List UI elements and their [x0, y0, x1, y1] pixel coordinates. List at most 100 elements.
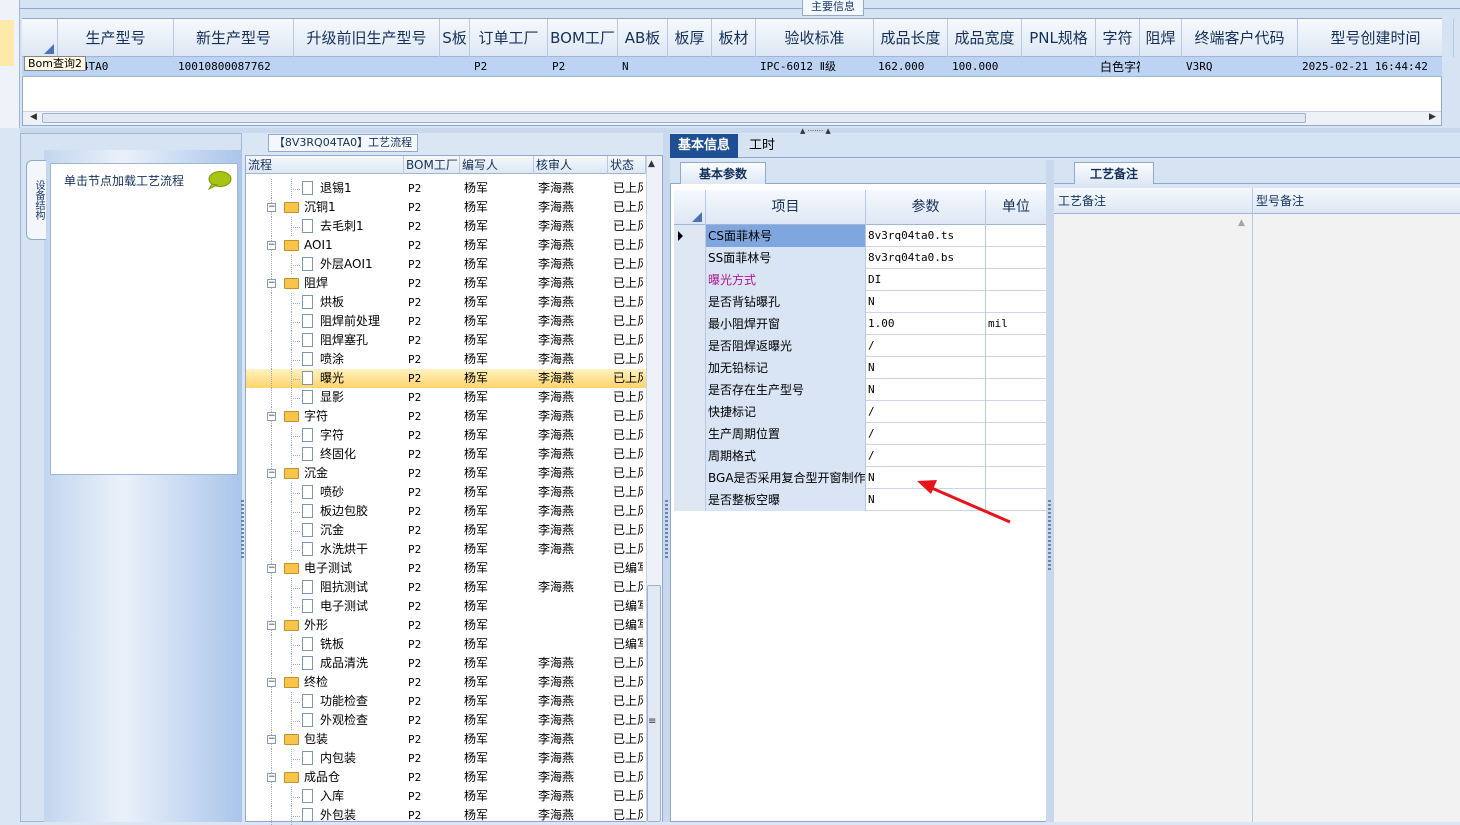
scroll-right-icon[interactable]: ▶ [1429, 112, 1436, 122]
tree-row[interactable]: 终固化 P2 杨军 李海燕 已上风 [246, 445, 646, 464]
col-header[interactable]: 验收标准 [756, 19, 874, 57]
grid-cell-s-board[interactable] [440, 57, 470, 77]
tree-node-label[interactable]: 水洗烘干 [320, 540, 368, 559]
params-row[interactable]: 曝光方式 DI [674, 269, 1046, 291]
tab-basic-info[interactable]: 基本信息 [670, 134, 738, 158]
param-value[interactable]: / [866, 335, 986, 357]
grid-corner-cell[interactable] [22, 19, 58, 57]
param-value[interactable]: N [866, 357, 986, 379]
params-row[interactable]: 加无铅标记 N [674, 357, 1046, 379]
collapse-icon[interactable]: − [267, 773, 276, 782]
collapse-icon[interactable]: − [267, 241, 276, 250]
navigation-collapse-handle[interactable] [0, 20, 14, 66]
tree-row[interactable]: 入库 P2 杨军 李海燕 已上风 [246, 787, 646, 806]
grid-cell-old-model[interactable] [294, 57, 440, 77]
tab-work-hours[interactable]: 工时 [742, 134, 782, 158]
collapse-icon[interactable]: − [267, 564, 276, 573]
grid-cell-order-factory[interactable]: P2 [470, 57, 548, 77]
tree-node-label[interactable]: 显影 [320, 388, 344, 407]
grid-cell-pnl[interactable] [1022, 57, 1096, 77]
col-unit[interactable]: 单位 [986, 190, 1046, 225]
tree-row[interactable]: 电子测试 P2 杨军 已编写 [246, 597, 646, 616]
tab-basic-params[interactable]: 基本参数 [680, 162, 766, 184]
mid-splitter-grip[interactable] [665, 500, 668, 560]
tree-node-label[interactable]: 功能检查 [320, 692, 368, 711]
params-row[interactable]: 是否存在生产型号 N [674, 379, 1046, 401]
tree-row[interactable]: 喷涂 P2 杨军 李海燕 已上风 [246, 350, 646, 369]
grid-cell-width[interactable]: 100.000 [948, 57, 1022, 77]
tree-row[interactable]: 喷砂 P2 杨军 李海燕 已上风 [246, 483, 646, 502]
tree-row[interactable]: 去毛刺1 P2 杨军 李海燕 已上风 [246, 217, 646, 236]
tree-scroll-up-icon[interactable]: ▲ [648, 159, 655, 169]
col-header[interactable]: 阻焊 [1140, 19, 1182, 57]
col-model-notes[interactable]: 型号备注 [1252, 188, 1304, 214]
param-value[interactable]: / [866, 401, 986, 423]
col-header[interactable]: 成品宽度 [948, 19, 1022, 57]
grid-cell-material[interactable] [712, 57, 756, 77]
param-value[interactable]: N [866, 291, 986, 313]
param-value[interactable]: 8v3rq04ta0.ts [866, 225, 986, 247]
col-header[interactable]: 终端客户代码 [1182, 19, 1298, 57]
col-header[interactable]: 板材 [712, 19, 756, 57]
collapse-icon[interactable]: − [267, 469, 276, 478]
params-row[interactable]: 周期格式 / [674, 445, 1046, 467]
tree-row[interactable]: 字符 P2 杨军 李海燕 已上风 [246, 426, 646, 445]
tree-row[interactable]: 铣板 P2 杨军 已编写 [246, 635, 646, 654]
col-status[interactable]: 状态 [608, 156, 646, 174]
tree-node-label[interactable]: 外包装 [320, 806, 356, 825]
tree-node-label[interactable]: 烘板 [320, 293, 344, 312]
row-indicator[interactable] [674, 401, 706, 423]
tree-row[interactable]: − AOI1 P2 杨军 李海燕 已上风 [246, 236, 646, 255]
tree-node-label[interactable]: 退锡1 [320, 179, 352, 198]
params-row[interactable]: 快捷标记 / [674, 401, 1046, 423]
param-value[interactable]: DI [866, 269, 986, 291]
tab-process-notes[interactable]: 工艺备注 [1074, 162, 1154, 184]
tree-node-label[interactable]: 成品仓 [304, 768, 340, 787]
tree-node-label[interactable]: 去毛刺1 [320, 217, 364, 236]
tree-node-label[interactable]: 曝光 [320, 369, 344, 388]
tree-node-label[interactable]: 电子测试 [320, 597, 368, 616]
col-header[interactable]: 板厚 [668, 19, 712, 57]
col-item[interactable]: 项目 [706, 190, 866, 225]
collapse-icon[interactable]: − [267, 203, 276, 212]
col-header[interactable]: 型号创建时间 [1298, 19, 1454, 57]
right-splitter-grip[interactable] [1048, 500, 1051, 570]
tree-row[interactable]: 内包装 P2 杨军 李海燕 已上风 [246, 749, 646, 768]
scroll-left-icon[interactable]: ◀ [30, 112, 37, 122]
tree-node-label[interactable]: 外形 [304, 616, 328, 635]
params-row[interactable]: 生产周期位置 / [674, 423, 1046, 445]
tree-node-label[interactable]: 喷砂 [320, 483, 344, 502]
row-indicator[interactable] [674, 467, 706, 489]
tree-row[interactable]: 功能检查 P2 杨军 李海燕 已上风 [246, 692, 646, 711]
tree-row[interactable]: − 沉铜1 P2 杨军 李海燕 已上风 [246, 198, 646, 217]
collapse-icon[interactable]: − [267, 412, 276, 421]
tree-node-label[interactable]: 阻抗测试 [320, 578, 368, 597]
grid-cell-new-model[interactable]: 10010800087762 [174, 57, 294, 77]
tree-row[interactable]: 显影 P2 杨军 李海燕 已上风 [246, 388, 646, 407]
tree-row[interactable]: − 阻焊 P2 杨军 李海燕 已上风 [246, 274, 646, 293]
col-header[interactable]: 订单工厂 [470, 19, 548, 57]
tree-node-label[interactable]: 阻焊 [304, 274, 328, 293]
tree-row[interactable]: − 电子测试 P2 杨军 已编写 [246, 559, 646, 578]
tree-row[interactable]: 阻抗测试 P2 杨军 李海燕 已上风 [246, 578, 646, 597]
params-row[interactable]: 最小阻焊开窗 1.00 mil [674, 313, 1046, 335]
row-indicator[interactable] [674, 225, 706, 247]
col-value[interactable]: 参数 [866, 190, 986, 225]
row-indicator[interactable] [674, 489, 706, 511]
col-flow[interactable]: 流程 [246, 156, 404, 174]
tree-node-label[interactable]: 内包装 [320, 749, 356, 768]
tree-row[interactable]: 沉金 P2 杨军 李海燕 已上风 [246, 521, 646, 540]
grid-cell-solder-mask[interactable] [1140, 57, 1182, 77]
col-header[interactable]: 升级前旧生产型号 [294, 19, 440, 57]
tree-node-label[interactable]: 铣板 [320, 635, 344, 654]
vertical-splitter[interactable] [663, 133, 670, 822]
tree-row[interactable]: 退锡1 P2 杨军 李海燕 已上风 [246, 179, 646, 198]
tree-row[interactable]: − 包装 P2 杨军 李海燕 已上风 [246, 730, 646, 749]
collapse-icon[interactable]: − [267, 735, 276, 744]
main-info-tab[interactable]: 主要信息 [802, 0, 864, 16]
param-value[interactable]: 8v3rq04ta0.bs [866, 247, 986, 269]
col-header[interactable]: 新生产型号 [174, 19, 294, 57]
param-value[interactable]: 1.00 [866, 313, 986, 335]
tree-row[interactable]: 水洗烘干 P2 杨军 李海燕 已上风 [246, 540, 646, 559]
col-header[interactable]: S板 [440, 19, 470, 57]
